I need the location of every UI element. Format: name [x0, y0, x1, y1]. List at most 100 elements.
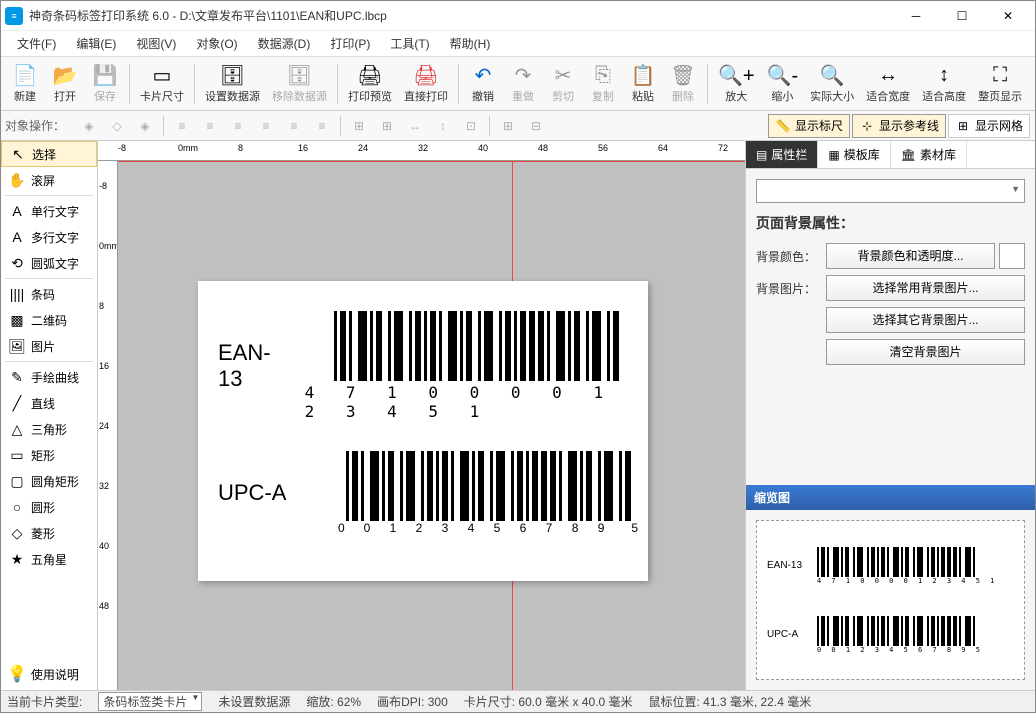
tab-templates[interactable]: ▦模板库: [818, 141, 890, 168]
tool-圆角矩形[interactable]: ▢圆角矩形: [1, 468, 97, 494]
cursor-icon: ↖: [8, 146, 28, 163]
tool-二维码[interactable]: ▩二维码: [1, 307, 97, 333]
bgcolor-button[interactable]: 背景颜色和透明度...: [826, 243, 995, 269]
show-grid-toggle[interactable]: ⊞显示网格: [948, 114, 1030, 138]
tool-单行文字[interactable]: A单行文字: [1, 198, 97, 224]
tool-三角形[interactable]: △三角形: [1, 416, 97, 442]
删除-icon: 🗑: [670, 64, 695, 88]
barcode-label: EAN-13: [218, 340, 285, 392]
toolbar-剪切: ✂剪切: [543, 60, 583, 108]
minimize-button[interactable]: ─: [893, 1, 939, 31]
toolbar-打印预览[interactable]: 🖨打印预览: [342, 60, 398, 108]
toolbar-撤销[interactable]: ↶撤销: [463, 60, 503, 108]
tool-五角星[interactable]: ★五角星: [1, 546, 97, 572]
tool-选择[interactable]: ↖选择: [1, 141, 97, 167]
tab-assets[interactable]: 🏛素材库: [891, 141, 967, 168]
toolbar-打开[interactable]: 📂打开: [45, 60, 85, 108]
close-button[interactable]: ✕: [985, 1, 1031, 31]
tool-直线[interactable]: ╱直线: [1, 390, 97, 416]
align-left-icon[interactable]: ≡: [169, 114, 195, 138]
align-mid-icon[interactable]: ≡: [281, 114, 307, 138]
重做-icon: ↷: [515, 64, 532, 88]
align-top-icon[interactable]: ≡: [253, 114, 279, 138]
asset-icon: 🏛: [901, 148, 916, 162]
适合高度-icon: ↕: [939, 64, 949, 88]
tool-滚屏[interactable]: ✋滚屏: [1, 167, 97, 193]
toolbar-移除数据源: 🗄移除数据源: [266, 60, 333, 108]
ungroup-icon[interactable]: ⊟: [523, 114, 549, 138]
guide-line-h[interactable]: [118, 161, 745, 162]
tab-properties[interactable]: ▤属性栏: [746, 141, 818, 168]
menu-打印(P)[interactable]: 打印(P): [320, 32, 380, 55]
menu-帮助(H)[interactable]: 帮助(H): [440, 32, 501, 55]
layer-back-icon[interactable]: ◈: [132, 114, 158, 138]
align-right-icon[interactable]: ≡: [225, 114, 251, 138]
layer-mid-icon[interactable]: ◇: [104, 114, 130, 138]
toolbar-实际大小[interactable]: 🔍实际大小: [804, 60, 860, 108]
barcode-digits: 0 0 1 2 3 4 5 6 7 8 9 5: [338, 521, 638, 535]
group-icon[interactable]: ⊞: [495, 114, 521, 138]
toolbar-新建[interactable]: 📄新建: [5, 60, 45, 108]
circle-icon: ○: [7, 499, 27, 515]
bgimg-common-button[interactable]: 选择常用背景图片...: [826, 275, 1025, 301]
tool-矩形[interactable]: ▭矩形: [1, 442, 97, 468]
grid-icon: ⊞: [955, 119, 971, 133]
bgimg-other-button[interactable]: 选择其它背景图片...: [826, 307, 1025, 333]
align-center-icon[interactable]: ≡: [197, 114, 223, 138]
menu-视图(V)[interactable]: 视图(V): [126, 32, 186, 55]
status-type-label: 当前卡片类型:: [7, 693, 82, 710]
ruler-icon: 📏: [775, 119, 791, 133]
tool-条码[interactable]: ||||条码: [1, 281, 97, 307]
template-icon: ▦: [828, 148, 839, 162]
align-bot-icon[interactable]: ≡: [309, 114, 335, 138]
toolbar-缩小[interactable]: 🔍-缩小: [761, 60, 805, 108]
menubar: 文件(F)编辑(E)视图(V)对象(O)数据源(D)打印(P)工具(T)帮助(H…: [1, 31, 1035, 57]
toolbar-设置数据源[interactable]: 🗄设置数据源: [199, 60, 266, 108]
tool-多行文字[interactable]: A多行文字: [1, 224, 97, 250]
tool-圆形[interactable]: ○圆形: [1, 494, 97, 520]
toolbar-适合高度[interactable]: ↕适合高度: [916, 60, 972, 108]
toolbar-放大[interactable]: 🔍+放大: [712, 60, 761, 108]
star-icon: ★: [7, 551, 27, 568]
label-page[interactable]: EAN-13 4 7 1 0 0 0 0 1 2 3 4 5 1 UPC-A: [198, 281, 648, 581]
tool-菱形[interactable]: ◇菱形: [1, 520, 97, 546]
bgimg-clear-button[interactable]: 清空背景图片: [826, 339, 1025, 365]
help-button[interactable]: 💡使用说明: [1, 658, 97, 690]
canvas[interactable]: EAN-13 4 7 1 0 0 0 0 1 2 3 4 5 1 UPC-A: [118, 161, 745, 690]
preview-upca: UPC-A 0 0 1 2 3 4 5 6 7 8 9 5: [767, 616, 1014, 654]
layer-front-icon[interactable]: ◈: [76, 114, 102, 138]
menu-文件(F)[interactable]: 文件(F): [7, 32, 66, 55]
object-toolbar: 对象操作： ◈ ◇ ◈ ≡ ≡ ≡ ≡ ≡ ≡ ⊞ ⊞ ↔ ↕ ⊡ ⊞ ⊟ 📏显…: [1, 111, 1035, 141]
status-type-combo[interactable]: 条码标签类卡片: [98, 692, 202, 711]
tool-手绘曲线[interactable]: ✎手绘曲线: [1, 364, 97, 390]
list-icon: ▤: [756, 148, 767, 162]
same-w-icon[interactable]: ↔: [402, 114, 428, 138]
toolbar-粘贴[interactable]: 📋粘贴: [623, 60, 663, 108]
menu-对象(O)[interactable]: 对象(O): [186, 32, 247, 55]
show-guide-toggle[interactable]: ⊹显示参考线: [852, 114, 946, 138]
tool-圆弧文字[interactable]: ⟲圆弧文字: [1, 250, 97, 276]
img-icon: 🖼: [7, 338, 27, 355]
menu-数据源(D)[interactable]: 数据源(D): [248, 32, 321, 55]
preview-bars: [817, 616, 1014, 646]
menu-工具(T)[interactable]: 工具(T): [380, 32, 439, 55]
dist-h-icon[interactable]: ⊞: [346, 114, 372, 138]
tool-palette: ↖选择✋滚屏 A单行文字A多行文字⟲圆弧文字 ||||条码▩二维码🖼图片 ✎手绘曲线╱…: [1, 141, 98, 690]
show-ruler-toggle[interactable]: 📏显示标尺: [768, 114, 850, 138]
toolbar-直接打印[interactable]: 🖨直接打印: [398, 60, 454, 108]
barcode-upca[interactable]: UPC-A 0 0 1 2 3 4 5 6 7 8 9 5: [218, 451, 638, 535]
maximize-button[interactable]: ☐: [939, 1, 985, 31]
dist-v-icon[interactable]: ⊞: [374, 114, 400, 138]
toolbar-适合宽度[interactable]: ↔适合宽度: [860, 60, 916, 108]
toolbar-保存: 💾保存: [85, 60, 125, 108]
toolbar-整页显示[interactable]: ⛶整页显示: [972, 60, 1028, 108]
same-size-icon[interactable]: ⊡: [458, 114, 484, 138]
tool-图片[interactable]: 🖼图片: [1, 333, 97, 359]
menu-编辑(E)[interactable]: 编辑(E): [66, 32, 126, 55]
same-h-icon[interactable]: ↕: [430, 114, 456, 138]
toolbar-卡片尺寸[interactable]: ▭卡片尺寸: [134, 60, 190, 108]
properties-header: 页面背景属性：: [756, 213, 1025, 233]
barcode-ean13[interactable]: EAN-13 4 7 1 0 0 0 0 1 2 3 4 5 1: [218, 311, 648, 421]
object-selector-combo[interactable]: [756, 179, 1025, 203]
bgcolor-swatch[interactable]: [999, 243, 1025, 269]
